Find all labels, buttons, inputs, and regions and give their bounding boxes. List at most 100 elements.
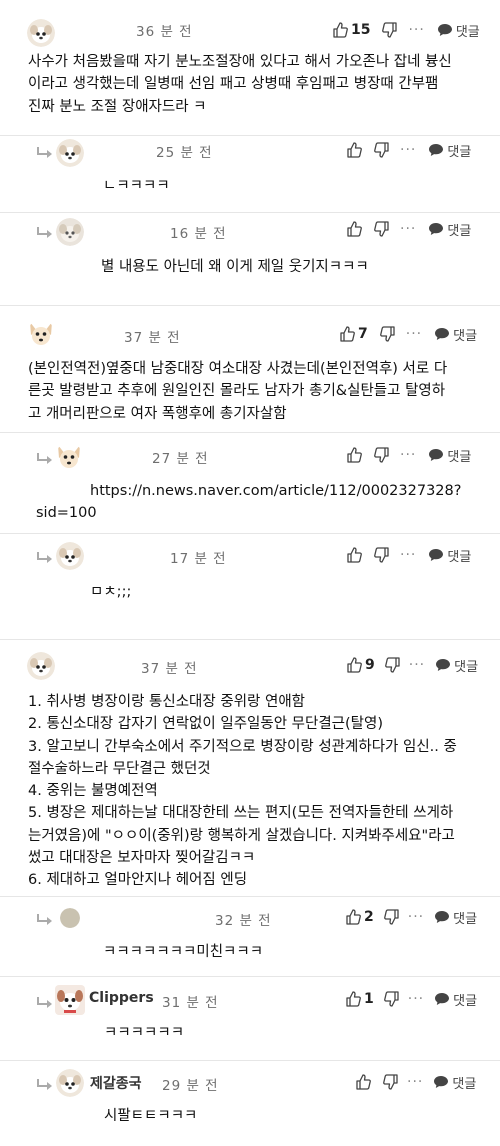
comment-item: 37 분 전 7 ··· 댓글 (본인전역전)옆중대 남중대장 여소대장 사겼는… [0,306,500,432]
reply-label: 댓글 [453,911,478,927]
avatar[interactable] [55,443,83,471]
author-name[interactable]: 제갈종국 [90,1073,142,1093]
reply-arrow-icon [35,996,55,1010]
avatar[interactable] [27,19,55,47]
reply-button[interactable]: 댓글 [437,21,480,40]
avatar[interactable] [56,1069,84,1097]
comment-text: ㅋㅋㅋㅋㅋㅋ [104,1025,185,1041]
avatar[interactable] [56,218,84,246]
speech-bubble-icon [434,327,450,341]
thumbs-up-icon [346,142,362,158]
more-menu-button[interactable]: ··· [407,1074,423,1090]
thumbs-down-icon [383,1074,399,1090]
thumbs-up-icon [355,1074,371,1090]
comment-time: 37 분 전 [141,661,198,677]
dislike-button[interactable] [384,657,401,673]
like-button[interactable]: 7 [339,326,368,342]
speech-bubble-icon [435,658,451,672]
more-menu-button[interactable]: ··· [408,991,424,1007]
avatar[interactable] [27,320,55,348]
like-button[interactable]: 1 [345,991,374,1007]
dislike-button[interactable] [374,221,390,237]
reply-button[interactable]: 댓글 [434,990,477,1009]
more-menu-button[interactable]: ··· [406,326,422,342]
thumbs-up-icon [345,991,361,1007]
comment-text: (본인전역전)옆중대 남중대장 여소대장 사겼는데(본인전역후) 서로 다 른곳… [28,361,448,422]
comment-text: ㄴㅋㅋㅋㅋ [103,178,170,194]
reply-arrow-icon [35,146,55,160]
more-menu-button[interactable]: ··· [400,447,416,463]
reply-button[interactable]: 댓글 [435,656,478,675]
dislike-button[interactable] [383,909,400,925]
like-count: 7 [358,326,368,342]
reply-label: 댓글 [452,1076,477,1092]
reply-button[interactable]: 댓글 [428,220,471,239]
reply-button[interactable]: 댓글 [434,325,477,344]
thumbs-down-icon [382,22,398,38]
author-name[interactable]: Clippers [89,990,154,1006]
avatar[interactable] [56,139,84,167]
more-menu-button[interactable]: ··· [400,547,416,563]
comment-actions: 2 ··· 댓글 [345,906,477,928]
reply-label: 댓글 [447,449,472,465]
more-menu-button[interactable]: ··· [408,22,424,38]
more-menu-button[interactable]: ··· [400,142,416,158]
like-button[interactable] [346,221,362,237]
dislike-button[interactable] [383,1074,399,1090]
like-button[interactable]: 15 [332,22,370,38]
like-button[interactable] [346,142,362,158]
comment-text: 1. 취사병 병장이랑 통신소대장 중위랑 연애함 2. 통신소대장 갑자기 연… [28,694,457,889]
reply-label: 댓글 [453,993,478,1009]
dislike-button[interactable] [374,142,390,158]
reply-button[interactable]: 댓글 [428,141,471,160]
like-button[interactable]: 9 [346,657,375,673]
like-button[interactable] [355,1074,371,1090]
like-button[interactable] [346,447,362,463]
more-menu-button[interactable]: ··· [400,221,416,237]
thumbs-up-icon [346,547,362,563]
thumbs-up-icon [346,447,362,463]
speech-bubble-icon [428,143,444,157]
comment-link[interactable]: https://n.news.naver.com/article/112/000… [36,480,476,525]
comment-time: 25 분 전 [156,145,213,161]
comment-actions: ··· 댓글 [355,1071,476,1093]
dislike-button[interactable] [379,326,396,342]
speech-bubble-icon [437,23,453,37]
dislike-button[interactable] [374,547,390,563]
like-button[interactable]: 2 [345,909,374,925]
speech-bubble-icon [428,548,444,562]
comment-text: ㅋㅋㅋㅋㅋㅋㅋ미친ㅋㅋㅋ [103,944,264,960]
thumbs-down-icon [384,657,401,673]
reply-button[interactable]: 댓글 [434,908,477,927]
reply-arrow-icon [35,226,55,240]
comment-time: 27 분 전 [152,451,209,467]
reply-arrow-icon [35,913,55,927]
more-menu-button[interactable]: ··· [409,657,425,673]
reply-button[interactable]: 댓글 [428,546,471,565]
comment-time: 17 분 전 [170,551,227,567]
dislike-button[interactable] [374,447,390,463]
comment-actions: ··· 댓글 [346,218,471,240]
avatar[interactable] [60,908,80,928]
reply-label: 댓글 [447,223,472,239]
reply-comment-item: 27 분 전 ··· 댓글 https://n.news.naver.com/a… [0,433,500,533]
reply-arrow-icon [35,551,55,565]
avatar[interactable] [27,652,55,680]
avatar[interactable] [55,985,85,1015]
speech-bubble-icon [428,222,444,236]
comment-actions: 7 ··· 댓글 [339,323,477,345]
reply-button[interactable]: 댓글 [433,1073,476,1092]
comment-text: 사수가 처음봤을때 자기 분노조절장애 있다고 해서 가오존나 잡네 븅신 이라… [28,54,452,115]
thumbs-up-icon [332,22,348,38]
reply-comment-item: Clippers 31 분 전 1 ··· 댓글 ㅋㅋㅋㅋㅋㅋ [0,977,500,1060]
avatar[interactable] [56,542,84,570]
dislike-button[interactable] [383,991,400,1007]
more-menu-button[interactable]: ··· [408,909,424,925]
comment-actions: ··· 댓글 [346,444,471,466]
comment-time: 32 분 전 [215,913,272,929]
reply-button[interactable]: 댓글 [428,446,471,465]
dislike-button[interactable] [382,22,398,38]
like-button[interactable] [346,547,362,563]
speech-bubble-icon [433,1075,449,1089]
thumbs-up-icon [346,657,362,673]
